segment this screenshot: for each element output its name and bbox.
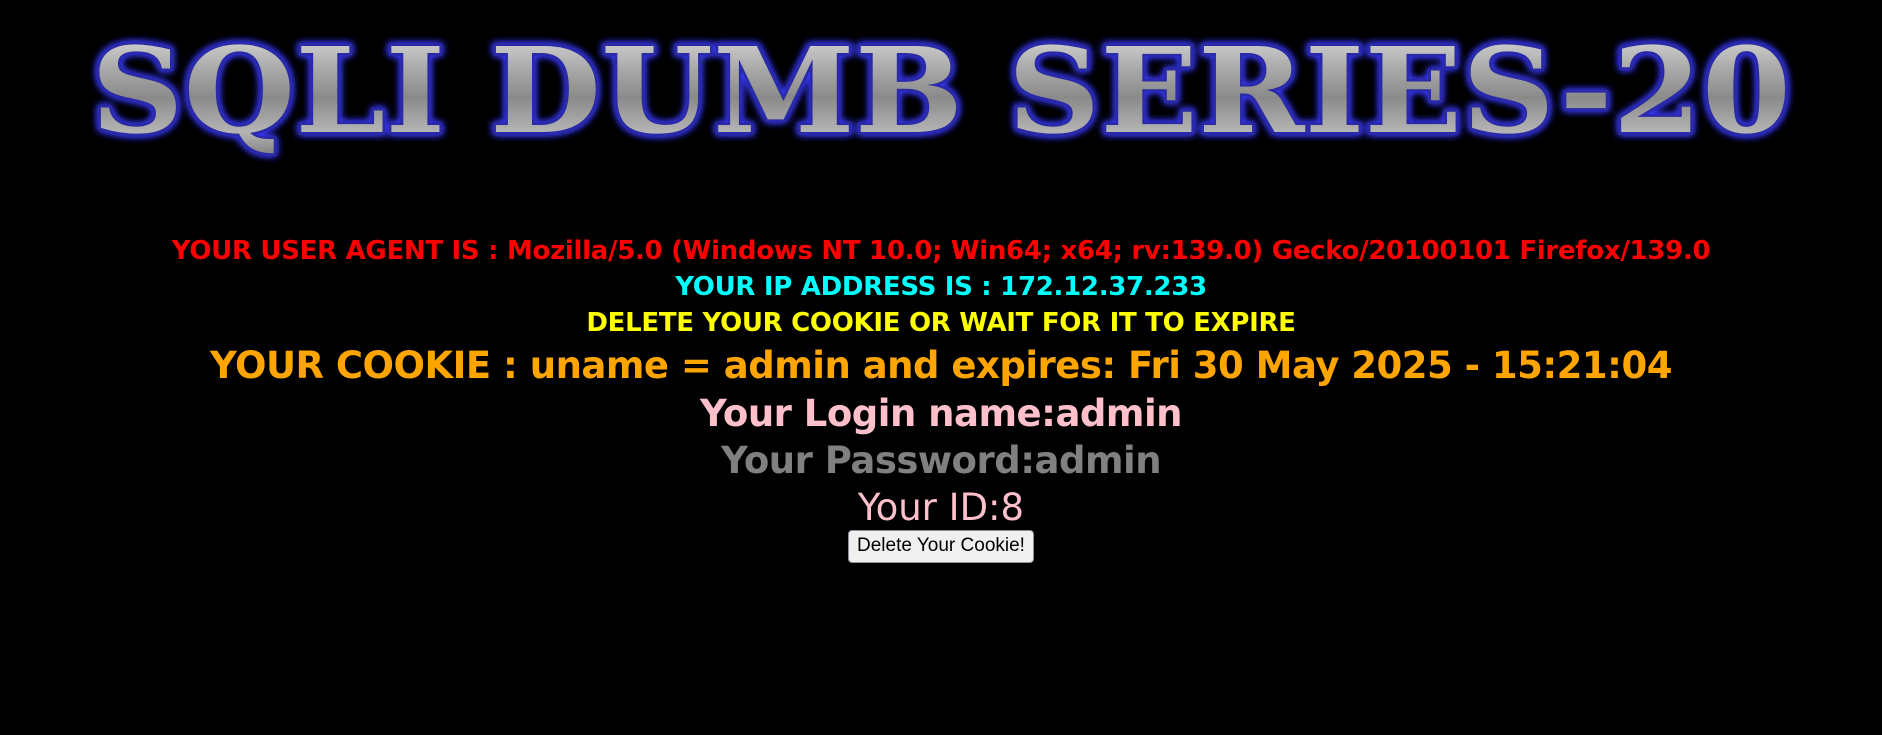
delete-cookie-message: DELETE YOUR COOKIE OR WAIT FOR IT TO EXP… (586, 308, 1296, 338)
banner-title: SQLI DUMB SERIES-20 (91, 21, 1791, 160)
user-agent-text: YOUR USER AGENT IS : Mozilla/5.0 (Window… (171, 236, 1711, 266)
page-title-banner: SQLI DUMB SERIES-20 (89, 19, 1794, 163)
cookie-text: YOUR COOKIE : uname = admin and expires:… (210, 344, 1672, 387)
password-text: Your Password:admin (720, 439, 1162, 482)
ip-address-text: YOUR IP ADDRESS IS : 172.12.37.233 (675, 272, 1207, 302)
delete-cookie-button[interactable]: Delete Your Cookie! (848, 530, 1034, 563)
login-name-text: Your Login name:admin (700, 392, 1182, 435)
delete-form: Delete Your Cookie! (0, 530, 1882, 563)
user-id-text: Your ID:8 (857, 486, 1025, 529)
